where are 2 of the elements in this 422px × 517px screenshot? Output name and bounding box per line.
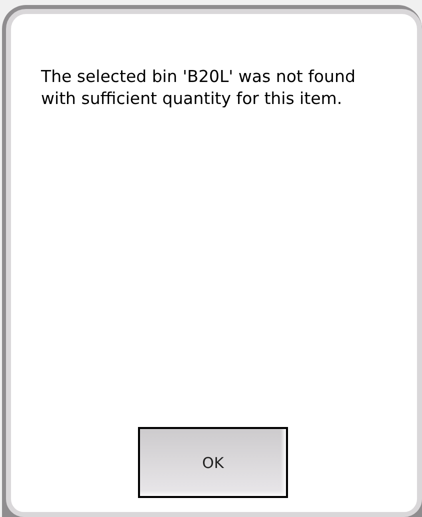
ok-button[interactable]: OK: [138, 427, 288, 498]
message-text: The selected bin 'B20L' was not found with sufficient quantity for this item.: [41, 66, 356, 110]
